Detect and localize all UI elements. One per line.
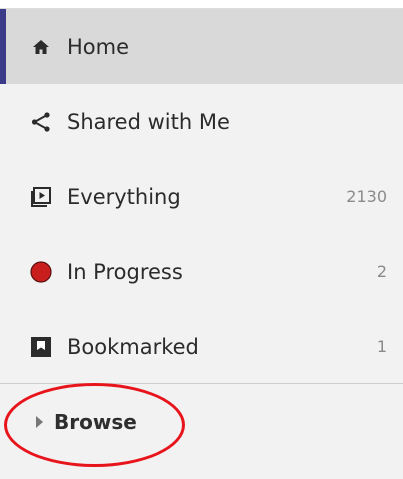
nav-item-count: 2130 [346, 187, 387, 206]
sidebar-panel: Home Shared with Me Everything 2130 In P… [0, 8, 403, 479]
nav-item-home[interactable]: Home [0, 9, 403, 84]
nav-item-shared-with-me[interactable]: Shared with Me [0, 84, 403, 159]
nav-item-label: Bookmarked [67, 334, 199, 359]
browse-toggle[interactable]: Browse [0, 384, 403, 459]
browse-label: Browse [54, 409, 137, 434]
nav-item-label: Home [67, 34, 130, 59]
caret-right-icon [36, 415, 43, 428]
nav-item-count: 1 [376, 337, 387, 356]
nav-list: Home Shared with Me Everything 2130 In P… [0, 9, 403, 384]
nav-item-in-progress[interactable]: In Progress 2 [0, 234, 403, 309]
share-icon [30, 111, 52, 133]
video-list-icon [30, 186, 52, 208]
nav-item-bookmarked[interactable]: Bookmarked 1 [0, 309, 403, 384]
nav-item-label: Everything [67, 184, 181, 209]
nav-item-count: 2 [376, 262, 387, 281]
bookmark-icon [30, 336, 52, 358]
nav-item-everything[interactable]: Everything 2130 [0, 159, 403, 234]
home-icon [30, 36, 52, 58]
record-dot-icon [30, 260, 52, 283]
nav-item-label: Shared with Me [67, 109, 230, 134]
nav-item-label: In Progress [67, 259, 183, 284]
